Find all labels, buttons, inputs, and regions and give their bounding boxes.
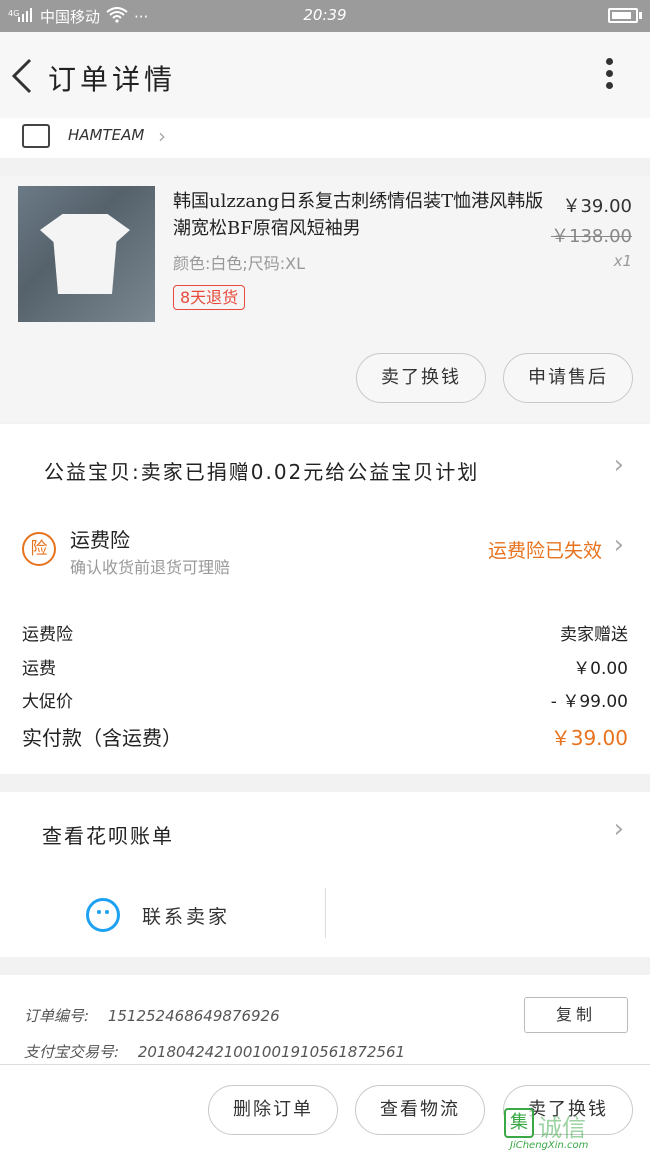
copy-button[interactable]: 复制 xyxy=(524,997,628,1033)
product-quantity: x1 xyxy=(613,252,632,270)
trade-number-label: 支付宝交易号: xyxy=(24,1043,120,1061)
page-title: 订单详情 xyxy=(48,63,177,96)
watermark-url: JiChengXin.com xyxy=(510,1140,589,1151)
fee-row: 大促价 - ￥99.00 xyxy=(22,687,628,712)
charity-text[interactable]: 公益宝贝:卖家已捐赠0.02元给公益宝贝计划 xyxy=(44,456,479,485)
fee-value: ￥0.00 xyxy=(573,659,628,679)
status-bar: 4G 中国移动 ··· 20:39 xyxy=(0,0,650,32)
total-label: 实付款（含运费） xyxy=(22,726,182,750)
header-bar: 订单详情 xyxy=(0,32,650,118)
fee-label: 运费险 xyxy=(22,625,73,645)
product-item[interactable]: 韩国ulzzang日系复古刺绣情侣装T恤港风韩版潮宽松BF原宿风短袖男 ￥39.… xyxy=(0,176,650,422)
fee-label: 运费 xyxy=(22,659,56,679)
insurance-subtitle: 确认收货前退货可理赔 xyxy=(70,558,231,577)
shop-row[interactable]: HAMTEAM › xyxy=(0,118,650,158)
chat-smile-icon[interactable] xyxy=(86,898,120,932)
product-spec: 颜色:白色;尺码:XL xyxy=(173,254,306,273)
back-arrow-icon[interactable] xyxy=(8,58,38,94)
shop-name: HAMTEAM xyxy=(68,126,145,144)
order-number-label: 订单编号: xyxy=(24,1007,90,1025)
battery-tip xyxy=(639,12,642,19)
delete-order-button[interactable]: 删除订单 xyxy=(208,1085,338,1135)
contact-seller-button[interactable]: 联系卖家 xyxy=(142,902,230,929)
insurance-icon: 险 xyxy=(22,532,56,566)
fee-label: 大促价 xyxy=(22,692,73,712)
chevron-right-icon[interactable]: › xyxy=(614,814,624,844)
after-sale-button[interactable]: 申请售后 xyxy=(503,353,633,403)
order-number: 151252468649876926 xyxy=(107,1007,280,1025)
sell-button[interactable]: 卖了换钱 xyxy=(356,353,486,403)
chevron-right-icon: › xyxy=(158,124,166,148)
watermark-logo: 集 xyxy=(504,1108,534,1138)
product-thumbnail xyxy=(18,186,155,322)
chevron-right-icon[interactable]: › xyxy=(614,450,624,480)
fee-value: 卖家赠送 xyxy=(560,625,628,645)
product-price: ￥39.00 xyxy=(562,196,632,217)
trade-number: 2018042421001001910561872561 xyxy=(137,1043,406,1061)
order-summary-card: 公益宝贝:卖家已捐赠0.02元给公益宝贝计划 › 险 运费险 确认收货前退货可理… xyxy=(0,424,650,774)
store-icon xyxy=(22,124,50,148)
trade-number-row: 支付宝交易号: 2018042421001001910561872561 xyxy=(24,1041,405,1062)
chevron-right-icon[interactable]: › xyxy=(614,530,624,560)
order-number-row: 订单编号: 151252468649876926 xyxy=(24,1005,280,1026)
return-policy-badge: 8天退货 xyxy=(173,285,246,310)
fee-row: 运费 ￥0.00 xyxy=(22,654,628,679)
product-original-price: ￥138.00 xyxy=(551,226,632,247)
more-vertical-icon[interactable] xyxy=(606,58,614,94)
view-logistics-button[interactable]: 查看物流 xyxy=(355,1085,485,1135)
battery-icon xyxy=(608,8,638,23)
insurance-title: 运费险 xyxy=(70,528,130,552)
watermark-text: 诚信 xyxy=(538,1114,586,1142)
watermark: 集 诚信 JiChengXin.com xyxy=(504,1108,644,1152)
huabei-link[interactable]: 查看花呗账单 xyxy=(42,820,174,849)
total-value: ￥39.00 xyxy=(550,726,628,750)
insurance-status[interactable]: 运费险已失效 xyxy=(488,536,602,563)
divider xyxy=(325,888,326,938)
total-row: 实付款（含运费） ￥39.00 xyxy=(22,722,628,751)
status-time: 20:39 xyxy=(303,6,347,24)
order-info-card: 订单编号: 151252468649876926 支付宝交易号: 2018042… xyxy=(0,975,650,1067)
fee-value: - ￥99.00 xyxy=(550,692,628,712)
huabei-card: 查看花呗账单 › 联系卖家 xyxy=(0,792,650,957)
fee-row: 运费险 卖家赠送 xyxy=(22,620,628,645)
product-title: 韩国ulzzang日系复古刺绣情侣装T恤港风韩版潮宽松BF原宿风短袖男 xyxy=(173,191,544,239)
